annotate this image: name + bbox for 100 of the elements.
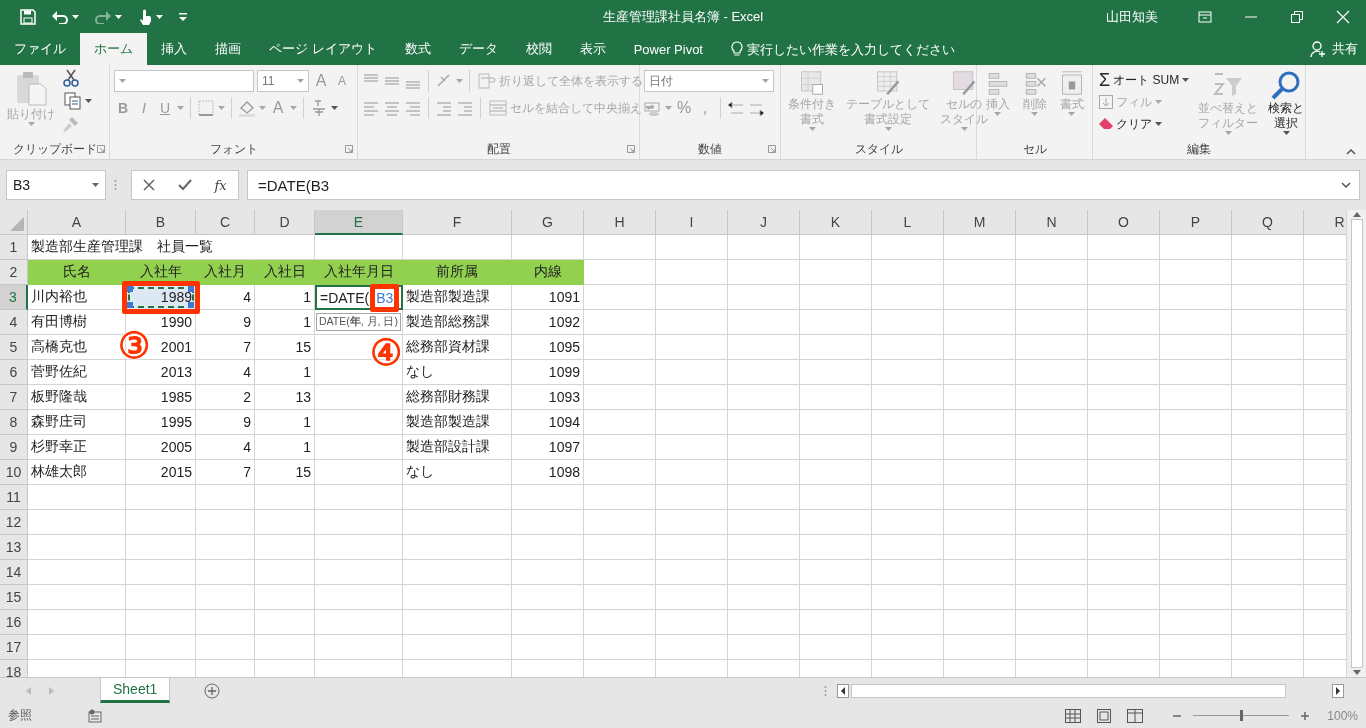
ribbon-tab[interactable]: Power Pivot	[619, 33, 717, 65]
increase-indent-icon[interactable]	[456, 99, 474, 117]
row-header[interactable]: 9	[0, 435, 28, 460]
next-sheet-icon[interactable]	[49, 686, 54, 695]
row-header[interactable]: 18	[0, 660, 28, 677]
share-button[interactable]: 共有	[1332, 40, 1358, 58]
autosum-button[interactable]: Σ オート SUM	[1097, 69, 1192, 91]
column-header[interactable]: L	[872, 210, 944, 235]
ribbon-tab[interactable]: 校閲	[511, 33, 566, 65]
row-header[interactable]: 2	[0, 260, 28, 285]
row-header[interactable]: 6	[0, 360, 28, 385]
row-header[interactable]: 5	[0, 335, 28, 360]
customize-icon[interactable]	[179, 12, 187, 21]
launcher-icon[interactable]	[627, 145, 635, 153]
row-header[interactable]: 15	[0, 585, 28, 610]
formula-field[interactable]: =DATE(B3	[247, 170, 1360, 200]
row-header[interactable]: 17	[0, 635, 28, 660]
row-header[interactable]: 10	[0, 460, 28, 485]
decrease-indent-icon[interactable]	[435, 99, 453, 117]
font-name-field[interactable]	[114, 70, 254, 92]
column-header[interactable]: N	[1016, 210, 1088, 235]
ribbon-tab[interactable]: ホーム	[80, 33, 147, 65]
page-break-icon[interactable]	[1127, 708, 1144, 723]
ribbon-tab[interactable]: 表示	[565, 33, 620, 65]
scrollbar-thumb[interactable]	[851, 683, 1286, 698]
scroll-right-icon[interactable]	[1332, 683, 1344, 698]
page-layout-icon[interactable]	[1097, 708, 1112, 723]
restore-icon[interactable]	[1290, 9, 1304, 24]
column-header[interactable]: Q	[1232, 210, 1304, 235]
find-select-button[interactable]: 検索と 選択	[1265, 69, 1308, 139]
clear-button[interactable]: クリア	[1097, 113, 1192, 135]
editing-cell[interactable]: =DATE( B3	[315, 285, 403, 310]
insert-function-button[interactable]: fx	[214, 177, 227, 193]
launcher-icon[interactable]	[345, 145, 353, 153]
ribbon-tab[interactable]: 挿入	[147, 33, 201, 65]
row-header[interactable]: 3	[0, 285, 28, 310]
enter-icon[interactable]	[177, 179, 192, 191]
column-header[interactable]: O	[1088, 210, 1160, 235]
row-header[interactable]: 1	[0, 235, 28, 260]
border-icon[interactable]	[197, 99, 215, 117]
close-icon[interactable]	[1336, 9, 1350, 24]
column-header[interactable]: K	[800, 210, 872, 235]
column-header[interactable]: P	[1160, 210, 1232, 235]
select-all-icon[interactable]	[10, 217, 24, 231]
column-header[interactable]: I	[656, 210, 728, 235]
number-format-field[interactable]: 日付	[644, 70, 774, 92]
fill-color-icon[interactable]	[238, 99, 256, 117]
column-header[interactable]: B	[126, 210, 196, 235]
launcher-icon[interactable]	[768, 145, 776, 153]
font-size-field[interactable]: 11	[257, 70, 309, 92]
ribbon-tab[interactable]: ファイル	[0, 33, 80, 65]
undo-icon[interactable]	[52, 9, 68, 24]
launcher-icon[interactable]	[97, 145, 105, 153]
increase-decimal-icon[interactable]	[727, 99, 745, 117]
previous-sheet-icon[interactable]	[26, 686, 31, 695]
normal-view-icon[interactable]	[1065, 708, 1082, 723]
row-header[interactable]: 12	[0, 510, 28, 535]
column-header[interactable]: M	[944, 210, 1016, 235]
scroll-down-icon[interactable]	[1352, 670, 1361, 675]
cancel-icon[interactable]	[143, 179, 156, 191]
column-header[interactable]: R	[1304, 210, 1346, 235]
ribbon-display-icon[interactable]	[1198, 9, 1212, 24]
align-left-icon[interactable]	[362, 99, 380, 117]
format-painter-icon[interactable]	[62, 115, 80, 133]
row-header[interactable]: 14	[0, 560, 28, 585]
column-header[interactable]: G	[512, 210, 584, 235]
zoom-in-icon[interactable]	[1301, 711, 1310, 720]
tell-me-field[interactable]: 実行したい作業を入力してください	[747, 41, 967, 57]
row-header[interactable]: 4	[0, 310, 28, 335]
hand-pointer-icon[interactable]	[138, 8, 152, 25]
copy-icon[interactable]	[64, 92, 82, 110]
scrollbar-thumb[interactable]	[1350, 219, 1363, 668]
add-sheet-icon[interactable]	[204, 682, 221, 699]
column-header[interactable]: H	[584, 210, 656, 235]
column-header[interactable]: F	[403, 210, 512, 235]
ribbon-tab[interactable]: データ	[444, 33, 512, 65]
ribbon-tab[interactable]: ページ レイアウト	[255, 33, 391, 65]
row-header[interactable]: 8	[0, 410, 28, 435]
row-header[interactable]: 16	[0, 610, 28, 635]
column-header[interactable]: C	[196, 210, 255, 235]
align-right-icon[interactable]	[404, 99, 422, 117]
name-box[interactable]: B3	[6, 170, 106, 200]
row-header[interactable]: 13	[0, 535, 28, 560]
save-icon[interactable]	[20, 8, 36, 25]
ribbon-tab[interactable]: 描画	[201, 33, 255, 65]
macro-record-icon[interactable]	[88, 708, 102, 723]
collapse-ribbon-icon[interactable]	[1346, 149, 1356, 155]
column-header[interactable]: D	[255, 210, 315, 235]
column-header[interactable]: A	[28, 210, 126, 235]
ribbon-tab[interactable]: 数式	[390, 33, 445, 65]
align-center-icon[interactable]	[383, 99, 401, 117]
column-header[interactable]: E	[315, 210, 403, 235]
scissors-icon[interactable]	[62, 69, 80, 87]
row-header[interactable]: 7	[0, 385, 28, 410]
row-header[interactable]: 11	[0, 485, 28, 510]
expand-icon[interactable]	[1341, 182, 1351, 188]
scroll-up-icon[interactable]	[1352, 212, 1361, 217]
currency-icon[interactable]	[644, 99, 662, 117]
column-header[interactable]: J	[728, 210, 800, 235]
sheet-tab[interactable]: Sheet1	[100, 678, 171, 703]
